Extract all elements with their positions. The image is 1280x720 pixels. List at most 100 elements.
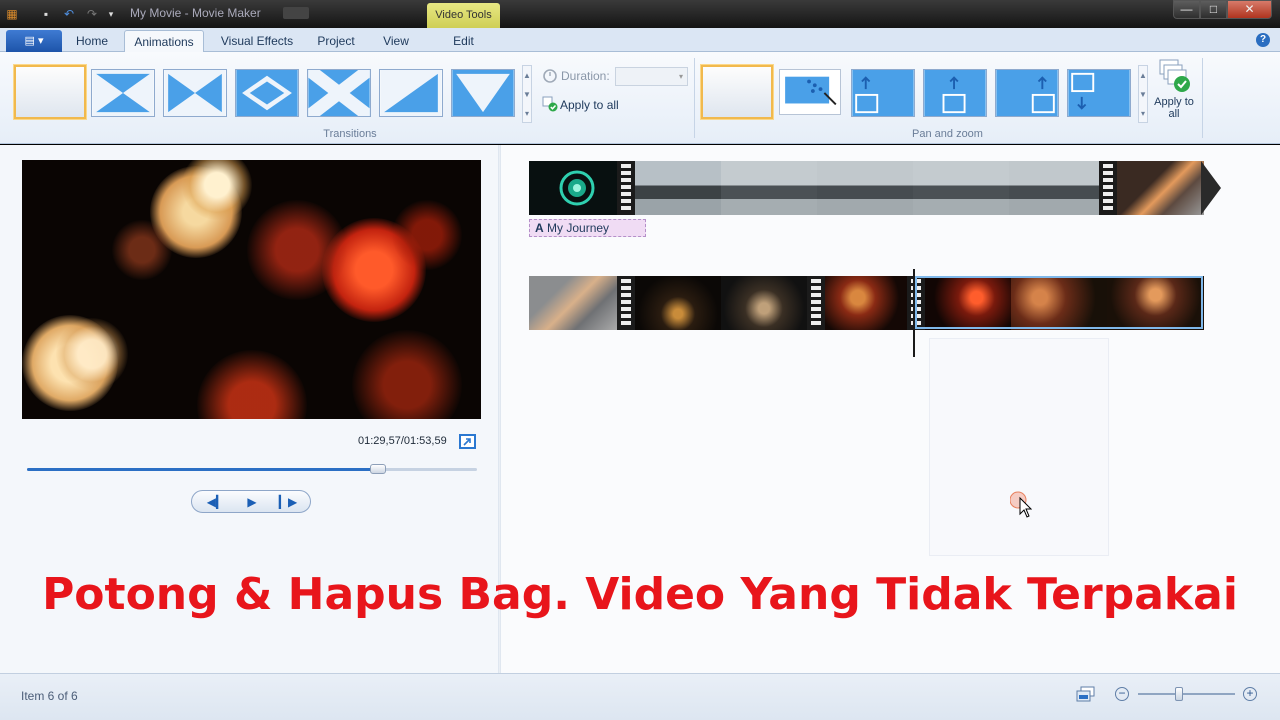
ribbon: ▲ ▼ ▾ Duration: ▾ Apply to all Transitio…	[0, 52, 1280, 144]
tab-view[interactable]: View	[372, 30, 420, 52]
overlay-caption: Potong & Hapus Bag. Video Yang Tidak Ter…	[42, 569, 1238, 620]
title-clip[interactable]	[529, 161, 617, 215]
transitions-gallery-scroll[interactable]: ▲ ▼ ▾	[522, 65, 532, 123]
clip-frame[interactable]	[1009, 161, 1099, 215]
caption-my-journey[interactable]: A My Journey	[529, 219, 646, 237]
clip-frame[interactable]	[721, 276, 807, 330]
video-tools-context-tab: Video Tools	[427, 3, 500, 28]
transition-diagonal-thumb[interactable]	[379, 69, 443, 117]
transition-cross-thumb[interactable]	[307, 69, 371, 117]
pan-zoom-auto-thumb[interactable]	[779, 69, 841, 115]
duration-dropdown[interactable]: ▾	[615, 67, 688, 86]
transition-indicator-icon	[1201, 161, 1221, 215]
selected-clip-highlight	[915, 276, 1203, 329]
transition-vee-thumb[interactable]	[451, 69, 515, 117]
title-blur	[283, 7, 309, 19]
tab-animations[interactable]: Animations	[124, 30, 204, 52]
seek-bar[interactable]	[27, 464, 477, 474]
ribbon-tabs: ▤ ▾ Home Animations Visual Effects Proje…	[0, 28, 1280, 52]
scroll-up-icon[interactable]: ▲	[1139, 66, 1147, 85]
pan-zoom-none-thumb[interactable]	[701, 65, 773, 119]
tab-visual-effects[interactable]: Visual Effects	[212, 30, 302, 52]
scroll-down-icon[interactable]: ▼	[523, 85, 531, 104]
main-area: 01:29,57/01:53,59 ◀▎ ▶ ▎▶ A My Journey P…	[0, 145, 1280, 673]
text-caption-icon: A	[535, 221, 544, 235]
bokeh-light	[247, 200, 347, 300]
pan-zoom-down-thumb[interactable]	[1067, 69, 1131, 117]
pan-zoom-up-right-thumb[interactable]	[995, 69, 1059, 117]
clip-frame[interactable]	[635, 276, 721, 330]
film-sprocket	[617, 161, 635, 215]
pan-zoom-up-center-thumb[interactable]	[923, 69, 987, 117]
undo-icon[interactable]: ↶	[61, 6, 77, 22]
status-bar: Item 6 of 6 − +	[0, 673, 1280, 720]
clip-frame[interactable]	[529, 276, 617, 330]
scroll-down-icon[interactable]: ▼	[1139, 85, 1147, 104]
help-icon[interactable]: ?	[1256, 33, 1270, 47]
duration-label: Duration:	[561, 69, 610, 83]
window-title: My Movie - Movie Maker	[130, 6, 261, 20]
movie-maker-app-icon[interactable]: ▦	[4, 6, 20, 22]
timeline-row-1	[529, 161, 1204, 215]
bokeh-light	[197, 350, 307, 419]
transition-hourglass-thumb[interactable]	[91, 69, 155, 117]
redo-icon[interactable]: ↷	[84, 6, 100, 22]
pan-zoom-up-left-thumb[interactable]	[851, 69, 915, 117]
zoom-out-button[interactable]: −	[1115, 687, 1129, 701]
previous-frame-button[interactable]: ◀▎	[202, 493, 230, 511]
apply-to-all-transitions-button[interactable]: Apply to all	[560, 98, 619, 112]
transition-diamond-thumb[interactable]	[235, 69, 299, 117]
transport-controls: ◀▎ ▶ ▎▶	[191, 490, 311, 513]
film-sprocket	[617, 276, 635, 330]
group-separator	[694, 58, 695, 138]
clip-frame[interactable]	[817, 161, 913, 215]
zoom-in-button[interactable]: +	[1243, 687, 1257, 701]
bokeh-light	[56, 318, 128, 390]
save-icon[interactable]: ▪	[38, 6, 54, 22]
transition-bowtie-thumb[interactable]	[163, 69, 227, 117]
customize-toolbar-dropdown-icon[interactable]: ▾	[103, 6, 119, 22]
play-button[interactable]: ▶	[238, 493, 266, 511]
zoom-slider[interactable]	[1138, 687, 1235, 701]
scroll-up-icon[interactable]: ▲	[523, 66, 531, 85]
apply-to-all-stack-icon[interactable]	[1158, 58, 1192, 94]
seek-bar-thumb[interactable]	[370, 464, 386, 474]
video-preview[interactable]	[22, 160, 481, 419]
zoom-slider-thumb[interactable]	[1174, 687, 1183, 701]
tab-project[interactable]: Project	[308, 30, 364, 52]
file-menu-button[interactable]: ▤ ▾	[6, 30, 62, 52]
playback-timecode: 01:29,57/01:53,59	[358, 435, 447, 447]
apply-to-all-pan-zoom-button[interactable]: Apply to all	[1154, 96, 1194, 120]
storyboard-view-icon[interactable]	[1076, 686, 1096, 702]
apply-to-all-small-icon	[542, 96, 558, 112]
title-bar: ▦ ▪ ↶ ↷ ▾ My Movie - Movie Maker Video T…	[0, 0, 1280, 28]
tab-edit[interactable]: Edit	[427, 30, 500, 52]
clip-frame[interactable]	[721, 161, 817, 215]
caption-text: My Journey	[547, 221, 610, 235]
group-separator	[1202, 58, 1203, 138]
transitions-group-label: Transitions	[323, 128, 377, 140]
fullscreen-icon[interactable]	[459, 434, 476, 449]
bokeh-light	[352, 330, 462, 419]
clip-frame[interactable]	[913, 161, 1009, 215]
transition-none-thumb[interactable]	[14, 65, 86, 119]
maximize-button[interactable]: □	[1200, 0, 1227, 19]
more-icon[interactable]: ▾	[523, 104, 531, 123]
tab-home[interactable]: Home	[66, 30, 118, 52]
playhead-cursor[interactable]	[913, 269, 915, 357]
clip-frame[interactable]	[635, 161, 721, 215]
item-count-status: Item 6 of 6	[21, 689, 78, 703]
clip-frame[interactable]	[1117, 161, 1204, 215]
bokeh-light	[112, 220, 172, 280]
more-icon[interactable]: ▾	[1139, 104, 1147, 123]
faded-context-menu	[929, 338, 1109, 556]
clip-frame[interactable]	[825, 276, 907, 330]
mouse-cursor-icon	[1010, 491, 1032, 518]
film-sprocket	[807, 276, 825, 330]
minimize-button[interactable]: —	[1173, 0, 1200, 19]
duration-clock-icon	[543, 69, 557, 83]
pan-zoom-group-label: Pan and zoom	[912, 128, 983, 140]
close-button[interactable]: ✕	[1227, 0, 1272, 19]
pan-zoom-gallery-scroll[interactable]: ▲ ▼ ▾	[1138, 65, 1148, 123]
next-frame-button[interactable]: ▎▶	[274, 493, 302, 511]
